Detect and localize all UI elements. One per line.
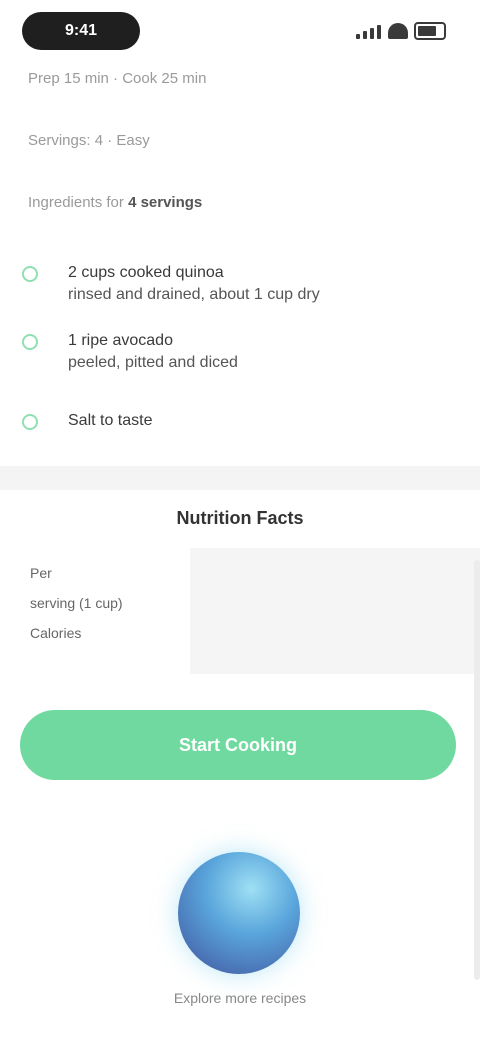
nutrition-title: Nutrition Facts (176, 508, 304, 528)
ingredient-sub: peeled, pitted and diced (68, 354, 238, 371)
status-bar: 9:41 (0, 0, 480, 64)
ingredient-title: 1 ripe avocado (68, 332, 173, 349)
nutrition-label: Calories (30, 625, 82, 641)
ingredient-sub: rinsed and drained, about 1 cup dry (68, 286, 320, 303)
recipe-meta-time: Prep 15 min · Cook 25 min (28, 70, 207, 87)
ingredients-header-value[interactable]: 4 servings (128, 194, 202, 211)
nutrition-label: Per (30, 565, 52, 581)
checkbox-icon[interactable] (22, 414, 38, 430)
nutrition-label: serving (1 cup) (30, 595, 123, 611)
checkbox-icon[interactable] (22, 334, 38, 350)
globe-icon[interactable] (178, 852, 300, 974)
ingredients-header-prefix: Ingredients for (28, 194, 124, 211)
section-divider (0, 466, 480, 490)
globe-caption: Explore more recipes (173, 990, 307, 1006)
signal-icon (356, 23, 382, 39)
ingredient-item[interactable]: Salt to taste (22, 410, 442, 432)
ingredients-header: Ingredients for 4 servings (28, 194, 202, 211)
battery-icon (414, 22, 446, 40)
status-icons (356, 20, 446, 42)
nutrition-labels: Per serving (1 cup) Calories (30, 565, 180, 655)
recipe-meta-servings: Servings: 4 · Easy (28, 132, 150, 149)
ingredient-item[interactable]: 1 ripe avocado peeled, pitted and diced (22, 330, 442, 374)
ingredient-item[interactable]: 2 cups cooked quinoa rinsed and drained,… (22, 262, 442, 306)
wifi-icon (388, 23, 408, 39)
nutrition-panel (190, 548, 480, 674)
ingredient-title: Salt to taste (68, 412, 153, 429)
start-cooking-button[interactable]: Start Cooking (20, 710, 456, 780)
scrollbar[interactable] (474, 560, 480, 980)
ingredient-title: 2 cups cooked quinoa (68, 264, 224, 281)
checkbox-icon[interactable] (22, 266, 38, 282)
status-time: 9:41 (64, 22, 98, 39)
